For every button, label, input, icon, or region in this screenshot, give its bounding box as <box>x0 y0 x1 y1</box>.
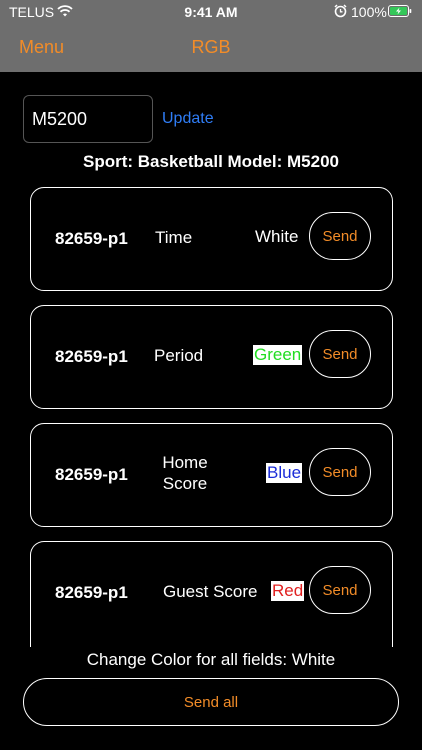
card-id: 82659-p1 <box>55 583 128 602</box>
color-label[interactable]: White <box>254 227 299 247</box>
card-id: 82659-p1 <box>55 347 128 366</box>
page-title: RGB <box>191 37 231 57</box>
model-input[interactable] <box>23 95 153 143</box>
field-card-home-score: 82659-p1 Home Score Blue Send <box>30 423 393 527</box>
card-id: 82659-p1 <box>55 229 128 248</box>
alarm-icon <box>334 4 347 18</box>
field-card-time: 82659-p1 Time White Send <box>30 187 393 291</box>
color-label[interactable]: Red <box>271 581 305 601</box>
battery-percent: 100% <box>351 4 387 20</box>
field-name: Period <box>154 346 204 365</box>
sport-model-info: Sport: Basketball Model: M5200 <box>82 152 339 171</box>
nav-bar: Menu RGB <box>0 24 422 72</box>
change-all-color-label[interactable]: Change Color for all fields: White <box>0 650 422 670</box>
color-label[interactable]: Blue <box>266 463 303 483</box>
send-button[interactable]: Send <box>309 566 371 614</box>
battery-charging-icon <box>388 5 412 17</box>
field-card-period: 82659-p1 Period Green Send <box>30 305 393 409</box>
update-button[interactable]: Update <box>162 110 214 128</box>
send-button[interactable]: Send <box>309 212 371 260</box>
color-label[interactable]: Green <box>253 345 303 365</box>
send-button[interactable]: Send <box>309 448 371 496</box>
field-name: Home Score <box>162 453 208 493</box>
status-bar: TELUS 9:41 AM 100% <box>0 0 422 24</box>
send-all-button[interactable]: Send all <box>23 678 399 726</box>
card-id: 82659-p1 <box>55 465 128 484</box>
send-button[interactable]: Send <box>309 330 371 378</box>
field-name: Time <box>155 228 193 247</box>
field-name: Guest Score <box>163 582 258 601</box>
field-card-guest-score: 82659-p1 Guest Score Red Send <box>30 541 393 647</box>
